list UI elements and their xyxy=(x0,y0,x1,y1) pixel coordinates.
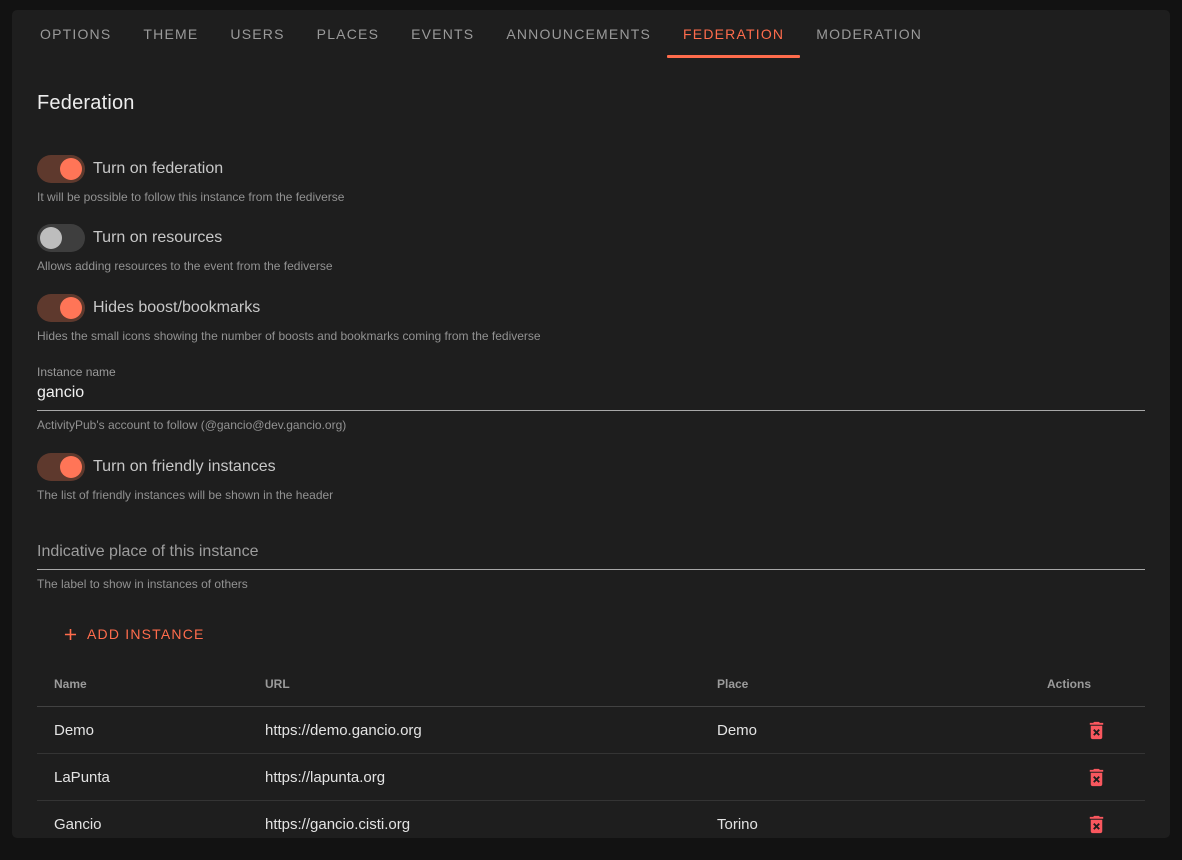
friendly-toggle[interactable] xyxy=(37,453,85,481)
instance-name-field: Instance name ActivityPub's account to f… xyxy=(37,365,1145,432)
add-instance-button[interactable]: ADD INSTANCE xyxy=(53,617,213,651)
toggle-thumb xyxy=(40,227,62,249)
table-row: Demo https://demo.gancio.org Demo xyxy=(37,707,1145,754)
col-header-actions: Actions xyxy=(1047,667,1145,707)
boost-toggle-label: Hides boost/bookmarks xyxy=(93,299,260,317)
instance-place-cell: Torino xyxy=(717,801,1047,838)
admin-tabs: OPTIONS THEME USERS PLACES EVENTS ANNOUN… xyxy=(12,10,1170,58)
tab-options[interactable]: OPTIONS xyxy=(24,10,127,58)
trash-delete-icon xyxy=(1085,813,1108,836)
boost-toggle[interactable] xyxy=(37,294,85,322)
delete-instance-button[interactable] xyxy=(1081,715,1112,746)
instance-url-cell: https://demo.gancio.org xyxy=(265,707,717,754)
table-row: LaPunta https://lapunta.org xyxy=(37,754,1145,801)
page-title: Federation xyxy=(37,92,1145,115)
friendly-toggle-label: Turn on friendly instances xyxy=(93,458,276,476)
col-header-name: Name xyxy=(37,667,265,707)
tab-announcements[interactable]: ANNOUNCEMENTS xyxy=(490,10,667,58)
trash-delete-icon xyxy=(1085,766,1108,789)
instance-name-cell: Demo xyxy=(37,707,265,754)
instance-name-cell: LaPunta xyxy=(37,754,265,801)
instance-name-cell: Gancio xyxy=(37,801,265,838)
instance-place-input[interactable] xyxy=(37,538,1145,570)
boost-toggle-hint: Hides the small icons showing the number… xyxy=(37,329,1145,343)
federation-settings: Federation Turn on federation It will be… xyxy=(12,92,1170,838)
federation-toggle-hint: It will be possible to follow this insta… xyxy=(37,190,1145,204)
federation-toggle-label: Turn on federation xyxy=(93,160,223,178)
setting-friendly: Turn on friendly instances The list of f… xyxy=(37,453,1145,502)
toggle-thumb xyxy=(60,456,82,478)
resources-toggle-hint: Allows adding resources to the event fro… xyxy=(37,259,1145,273)
tab-theme[interactable]: THEME xyxy=(127,10,214,58)
resources-toggle[interactable] xyxy=(37,224,85,252)
instance-name-input[interactable] xyxy=(37,379,1145,411)
table-row: Gancio https://gancio.cisti.org Torino xyxy=(37,801,1145,838)
instance-place-cell: Demo xyxy=(717,707,1047,754)
instance-place-field: The label to show in instances of others xyxy=(37,538,1145,591)
table-header-row: Name URL Place Actions xyxy=(37,667,1145,707)
setting-federation: Turn on federation It will be possible t… xyxy=(37,155,1145,204)
instance-url-cell: https://lapunta.org xyxy=(265,754,717,801)
toggle-thumb xyxy=(60,297,82,319)
plus-icon xyxy=(61,625,80,644)
tab-moderation[interactable]: MODERATION xyxy=(800,10,938,58)
federation-toggle[interactable] xyxy=(37,155,85,183)
setting-boost: Hides boost/bookmarks Hides the small ic… xyxy=(37,294,1145,343)
setting-resources: Turn on resources Allows adding resource… xyxy=(37,224,1145,273)
instance-name-hint: ActivityPub's account to follow (@gancio… xyxy=(37,418,1145,432)
tab-users[interactable]: USERS xyxy=(214,10,300,58)
col-header-place: Place xyxy=(717,667,1047,707)
tab-places[interactable]: PLACES xyxy=(301,10,395,58)
instance-name-label: Instance name xyxy=(37,365,1145,379)
delete-instance-button[interactable] xyxy=(1081,762,1112,793)
friendly-toggle-hint: The list of friendly instances will be s… xyxy=(37,488,1145,502)
instance-place-cell xyxy=(717,754,1047,801)
instance-url-cell: https://gancio.cisti.org xyxy=(265,801,717,838)
instance-place-hint: The label to show in instances of others xyxy=(37,577,1145,591)
toggle-thumb xyxy=(60,158,82,180)
delete-instance-button[interactable] xyxy=(1081,809,1112,838)
add-instance-label: ADD INSTANCE xyxy=(87,626,205,642)
col-header-url: URL xyxy=(265,667,717,707)
resources-toggle-label: Turn on resources xyxy=(93,229,222,247)
tab-events[interactable]: EVENTS xyxy=(395,10,490,58)
admin-panel-card: OPTIONS THEME USERS PLACES EVENTS ANNOUN… xyxy=(12,10,1170,838)
trash-delete-icon xyxy=(1085,719,1108,742)
instances-table: Name URL Place Actions Demo https://demo… xyxy=(37,667,1145,838)
tab-federation[interactable]: FEDERATION xyxy=(667,10,800,58)
